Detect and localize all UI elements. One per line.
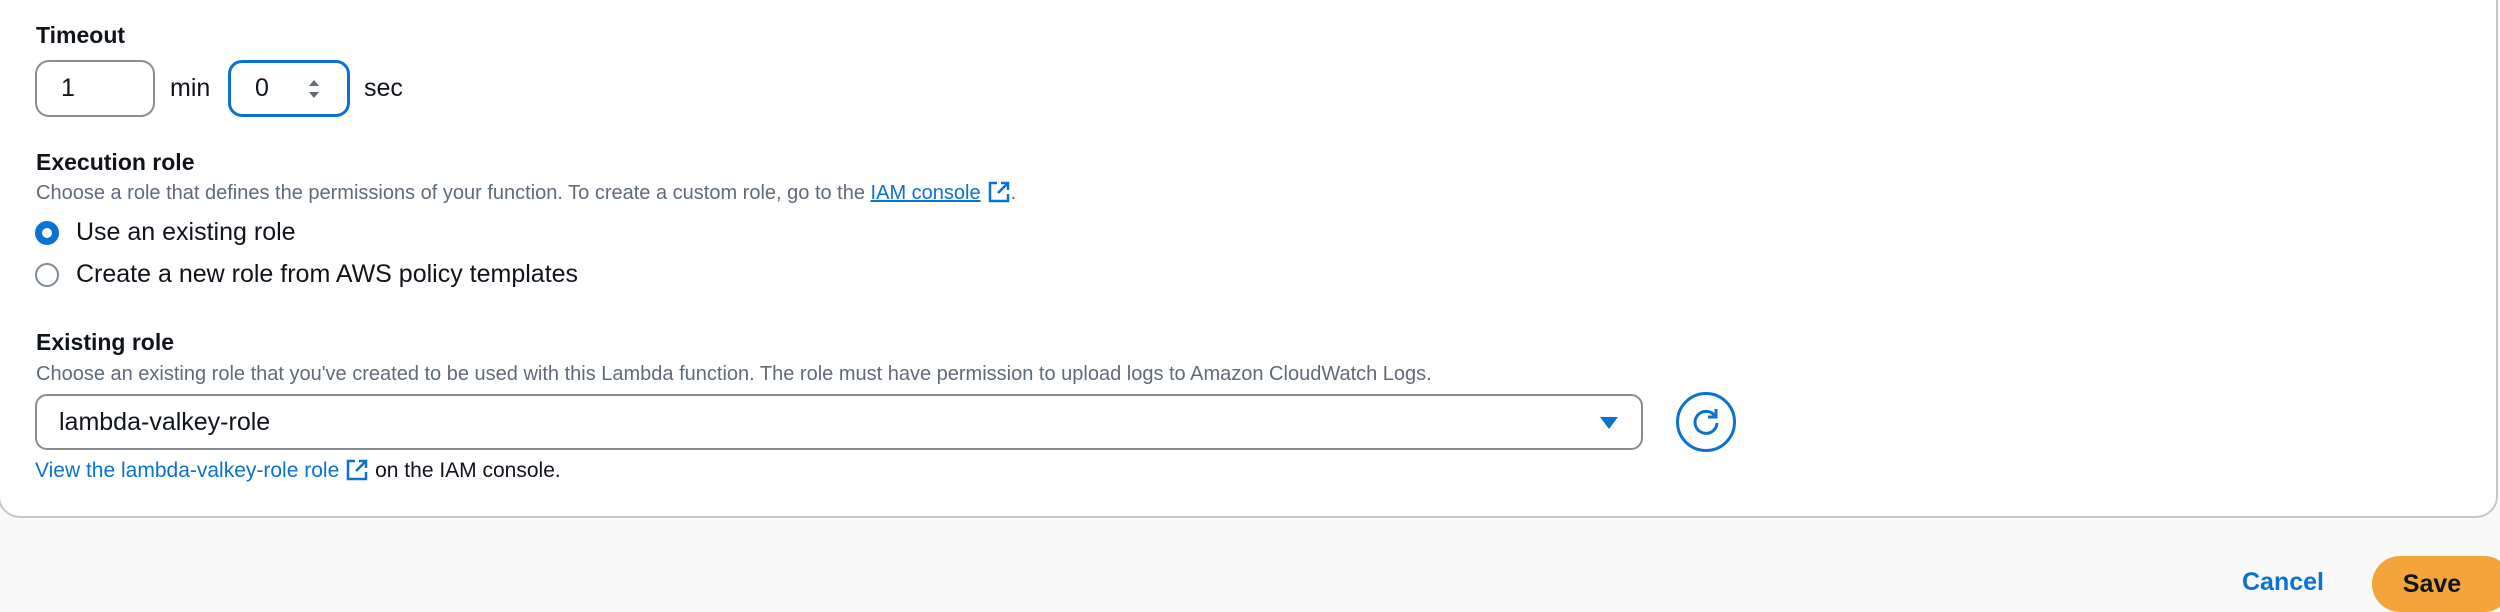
save-button[interactable]: Save [2372, 556, 2500, 612]
radio-use-existing-role-label: Use an existing role [76, 218, 296, 246]
external-link-icon [988, 181, 1009, 203]
external-link-icon [347, 459, 368, 481]
caret-down-icon [1600, 417, 1618, 429]
existing-role-selected-value: lambda-valkey-role [59, 408, 271, 436]
timeout-seconds-unit: sec [364, 74, 403, 102]
timeout-minutes-unit: min [170, 74, 211, 102]
view-role-suffix: on the IAM console. [375, 459, 561, 482]
execution-role-description: Choose a role that defines the permissio… [36, 180, 1016, 205]
timeout-seconds-value: 0 [255, 74, 269, 102]
radio-create-new-role-label: Create a new role from AWS policy templa… [76, 260, 579, 288]
iam-console-link[interactable]: IAM console [871, 182, 981, 204]
radio-button-unchecked[interactable] [35, 262, 59, 287]
refresh-icon [1693, 409, 1719, 435]
existing-role-label: Existing role [36, 329, 175, 355]
view-role-line: View the lambda-valkey-role role on the … [35, 458, 561, 483]
timeout-minutes-value: 1 [61, 74, 75, 102]
execution-role-description-text: Choose a role that defines the permissio… [36, 182, 871, 204]
number-stepper-icon[interactable] [307, 77, 321, 101]
view-role-link[interactable]: View the lambda-valkey-role role [35, 459, 339, 482]
radio-button-checked[interactable] [35, 220, 59, 245]
execution-role-description-end: . [1010, 182, 1017, 204]
refresh-roles-button[interactable] [1676, 392, 1736, 452]
existing-role-description: Choose an existing role that you've crea… [36, 363, 1432, 385]
existing-role-select[interactable]: lambda-valkey-role [35, 394, 1643, 450]
timeout-seconds-input[interactable]: 0 [228, 60, 350, 117]
execution-role-label: Execution role [36, 149, 195, 175]
timeout-minutes-input[interactable]: 1 [35, 60, 155, 117]
timeout-label: Timeout [36, 22, 126, 48]
radio-use-existing-role[interactable]: Use an existing role [35, 218, 296, 247]
radio-create-new-role[interactable]: Create a new role from AWS policy templa… [35, 260, 578, 289]
save-button-label: Save [2402, 569, 2462, 598]
cancel-button[interactable]: Cancel [2242, 568, 2324, 597]
